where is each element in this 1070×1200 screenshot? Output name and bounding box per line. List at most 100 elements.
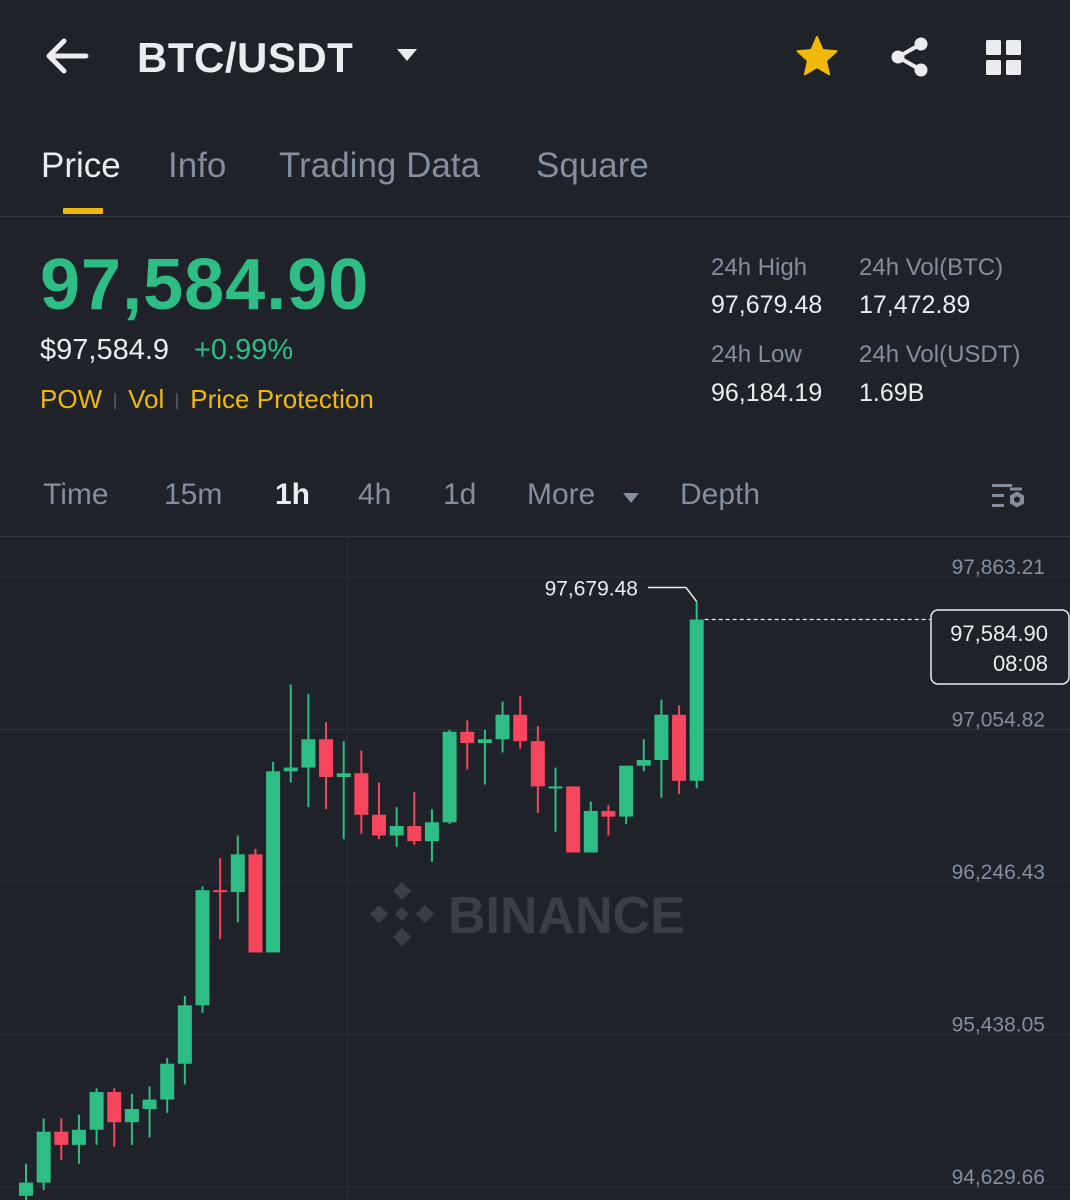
high-label: 24h High: [711, 254, 808, 281]
vol-usdt-value: 1.69B: [859, 379, 925, 407]
share-icon[interactable]: [888, 36, 932, 78]
tab-price[interactable]: Price: [41, 146, 121, 186]
candle-body: [213, 890, 228, 893]
star-icon[interactable]: [795, 35, 839, 77]
tag-divider: [114, 393, 117, 410]
change-percent: +0.99%: [194, 334, 294, 366]
tag-divider: [176, 393, 179, 410]
top-bar: BTC/USDT: [0, 0, 1070, 120]
candle-body: [142, 1099, 157, 1110]
tag-pow[interactable]: POW: [40, 384, 102, 415]
candle: [213, 858, 228, 940]
interval-more[interactable]: More: [527, 478, 595, 512]
candle: [160, 1058, 175, 1113]
candle-body: [54, 1131, 69, 1145]
candle-body: [301, 739, 316, 768]
candle-body: [495, 714, 510, 740]
active-tab-indicator: [63, 208, 103, 214]
interval-bar: Time 15m 1h 4h 1d More Depth: [0, 470, 1070, 537]
candle: [672, 705, 687, 794]
last-price: 97,584.90: [40, 245, 370, 325]
candle: [407, 792, 422, 845]
candle-body: [460, 731, 475, 744]
candle: [495, 701, 510, 753]
low-value: 96,184.19: [711, 379, 823, 407]
vol-usdt-label: 24h Vol(USDT): [859, 341, 1021, 368]
y-tick-label: 94,629.66: [952, 1166, 1045, 1189]
candle-body: [548, 786, 563, 789]
candle: [124, 1093, 139, 1145]
binance-watermark: BINANCE: [370, 882, 685, 946]
candle-body: [372, 814, 386, 836]
depth-tab[interactable]: Depth: [680, 478, 760, 512]
y-tick-label: 97,054.82: [952, 709, 1045, 732]
candle: [424, 809, 439, 862]
candle: [460, 720, 475, 770]
candle-body: [513, 714, 528, 742]
tag-price-protection[interactable]: Price Protection: [190, 384, 374, 415]
candle-body: [336, 773, 351, 778]
tab-square[interactable]: Square: [536, 146, 649, 186]
vol-btc-label: 24h Vol(BTC): [859, 254, 1004, 281]
more-caret-icon[interactable]: [622, 492, 640, 504]
candle-body: [566, 786, 581, 853]
candle: [619, 765, 634, 825]
y-tick-label: 96,246.43: [952, 861, 1045, 884]
candle-body: [689, 619, 704, 781]
main-tabs: Price Info Trading Data Square: [0, 140, 1070, 217]
candle: [319, 722, 334, 810]
tab-trading-data[interactable]: Trading Data: [279, 146, 480, 186]
candle-body: [71, 1129, 86, 1145]
candle-body: [354, 773, 369, 815]
grid-icon[interactable]: [985, 39, 1023, 77]
candle: [372, 782, 386, 840]
candle-body: [195, 890, 210, 1006]
candle: [54, 1118, 69, 1160]
candle-body: [619, 765, 634, 817]
high-value: 97,679.48: [711, 291, 823, 319]
candle-body: [407, 826, 422, 842]
countdown-label: 08:08: [993, 651, 1048, 676]
chart-grid: [0, 537, 1070, 1200]
high-marker-leader: [648, 586, 698, 603]
candle-body: [319, 739, 334, 778]
candle: [89, 1088, 104, 1145]
interval-1h[interactable]: 1h: [275, 478, 310, 512]
tab-info[interactable]: Info: [168, 146, 226, 186]
chart-settings-icon[interactable]: [990, 480, 1030, 514]
back-arrow-icon[interactable]: [44, 36, 90, 76]
usd-price: $97,584.9: [40, 334, 170, 366]
candle: [566, 786, 581, 853]
candle: [36, 1118, 51, 1191]
pair-title[interactable]: BTC/USDT: [137, 34, 353, 82]
current-price-label: 97,584.90: [950, 621, 1048, 646]
interval-15m[interactable]: 15m: [164, 478, 222, 512]
interval-1d[interactable]: 1d: [443, 478, 476, 512]
candle-body: [19, 1182, 33, 1196]
candle-body: [583, 810, 598, 853]
interval-4h[interactable]: 4h: [358, 478, 391, 512]
y-tick-label: 95,438.05: [952, 1014, 1045, 1037]
candle: [230, 835, 245, 923]
candle: [354, 750, 369, 834]
candlestick-chart[interactable]: BINANCE 97,863.21 97,054.82 96,246.43 95,43…: [0, 537, 1070, 1200]
tag-vol[interactable]: Vol: [128, 384, 164, 415]
binance-logo-icon: [370, 882, 434, 946]
low-label: 24h Low: [711, 341, 802, 368]
watermark-text: BINANCE: [448, 887, 685, 945]
candle: [19, 1163, 33, 1200]
candle-body: [442, 731, 457, 823]
candle: [477, 729, 492, 785]
candle-body: [107, 1092, 122, 1123]
candle: [513, 695, 528, 749]
interval-time[interactable]: Time: [43, 478, 109, 512]
candle-body: [124, 1109, 139, 1123]
candle: [583, 801, 598, 853]
dropdown-caret-icon[interactable]: [396, 48, 418, 62]
candle: [336, 741, 351, 840]
candle-body: [230, 854, 245, 893]
candle: [601, 805, 616, 836]
candle: [654, 699, 669, 798]
high-marker-label: 97,679.48: [545, 578, 638, 601]
tag-row: POW Vol Price Protection: [40, 384, 374, 415]
